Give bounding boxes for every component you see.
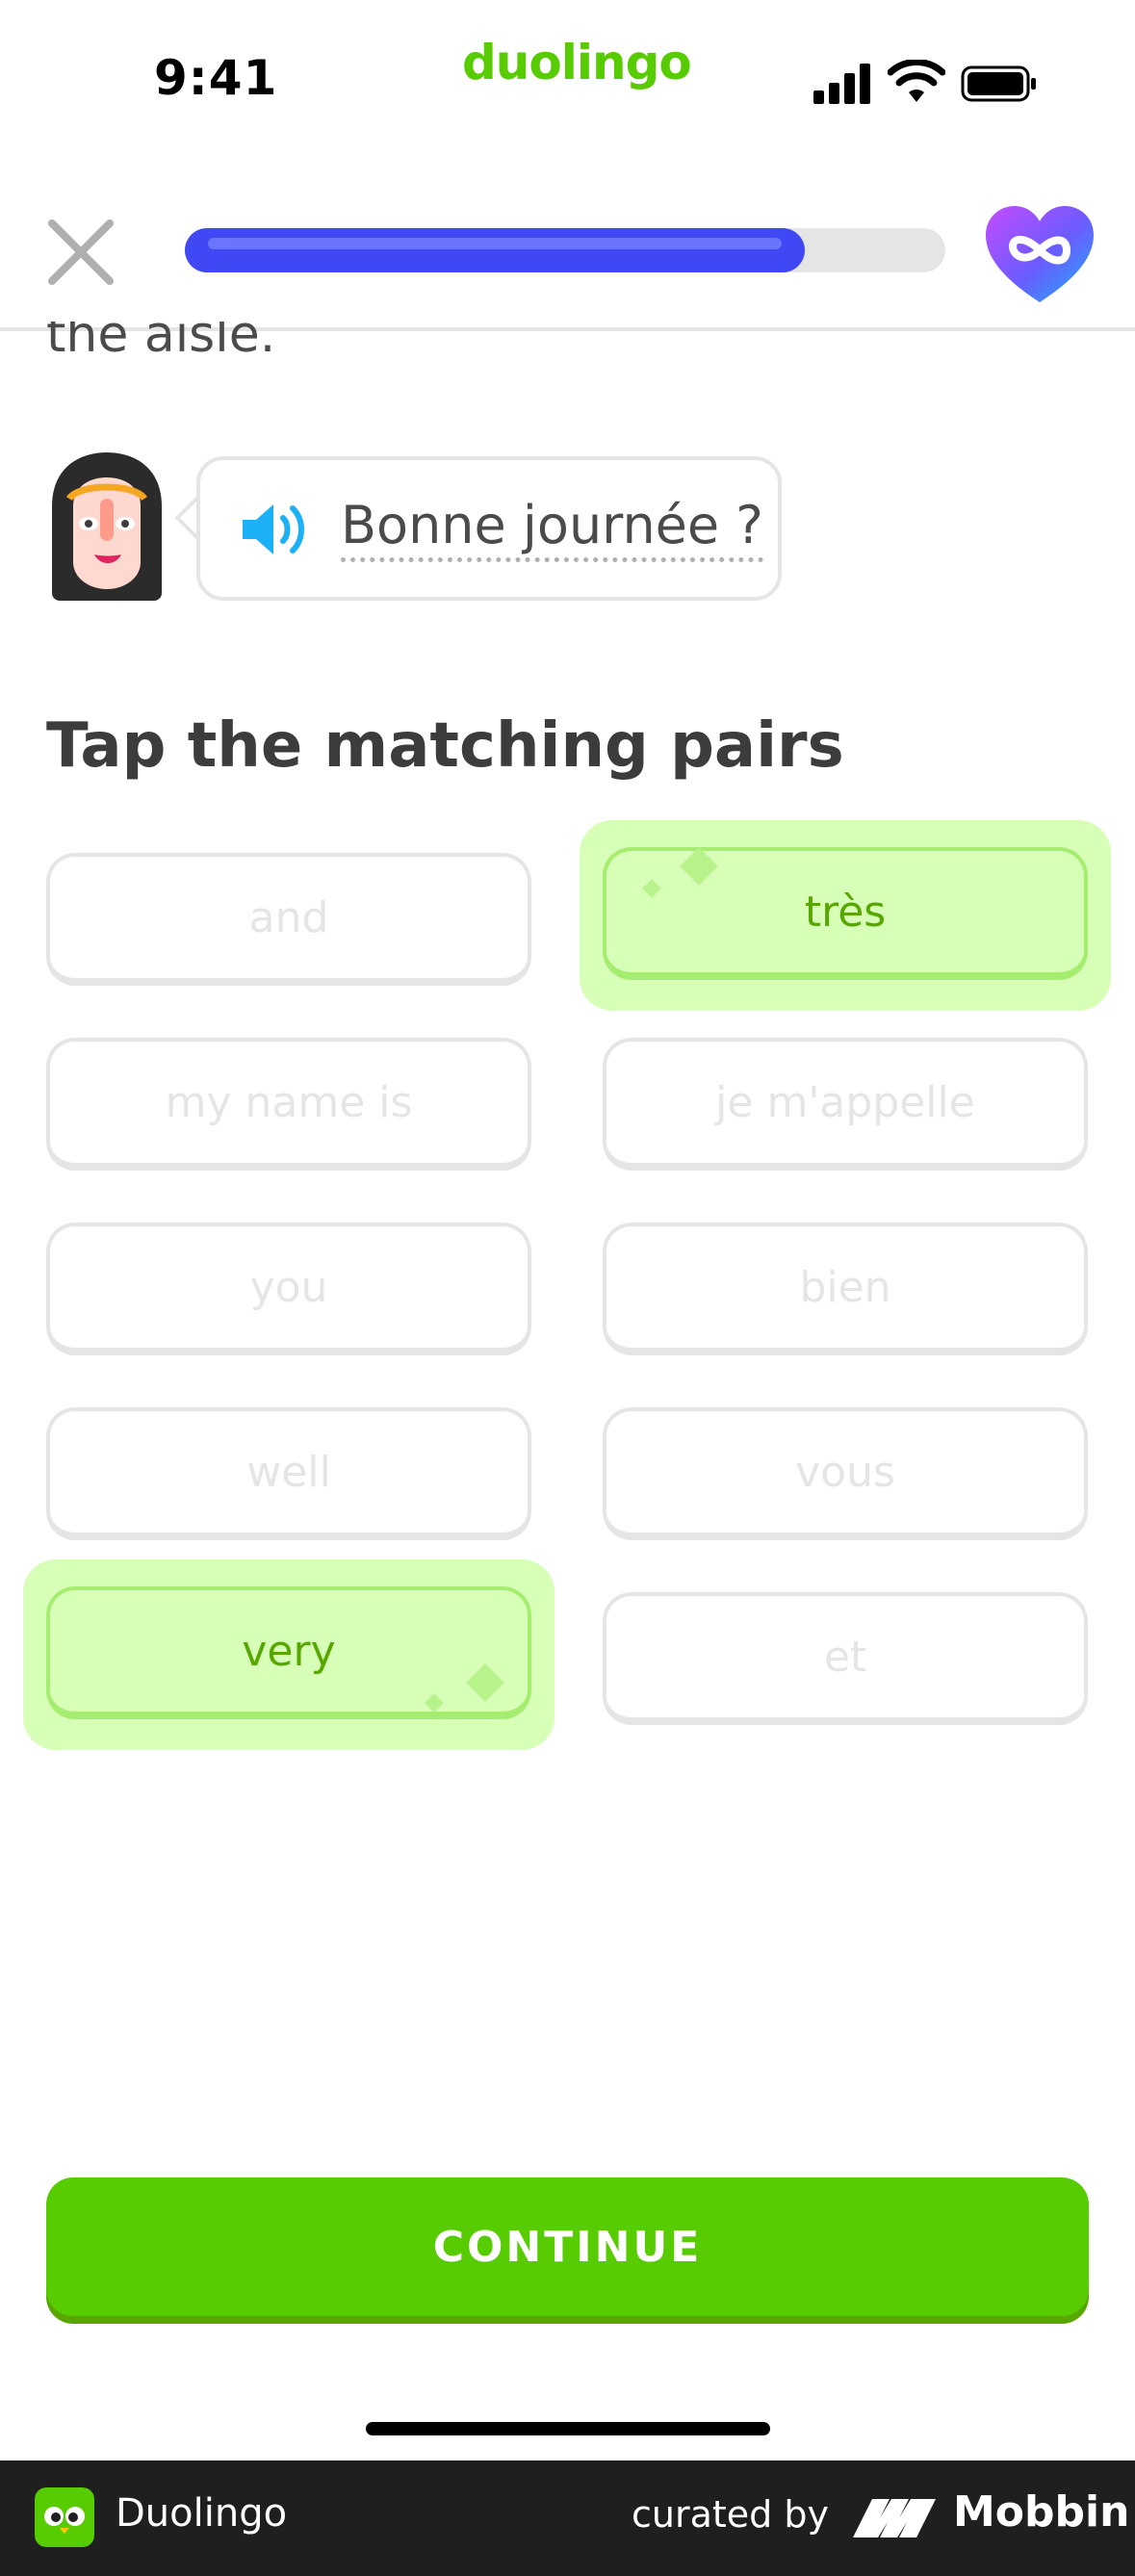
continue-button[interactable]: CONTINUE xyxy=(46,2177,1089,2316)
exercise-title: Tap the matching pairs xyxy=(46,710,844,782)
wifi-icon xyxy=(888,60,945,102)
previous-text-fragment: the aisle. xyxy=(46,306,276,364)
speech-text[interactable]: Bonne journée ? xyxy=(341,495,763,562)
infinity-heart-icon[interactable] xyxy=(982,202,1097,308)
footer-brand: Mobbin xyxy=(953,2487,1130,2537)
tile-well[interactable]: well xyxy=(46,1407,531,1540)
status-time: 9:41 xyxy=(154,50,278,106)
progress-fill xyxy=(185,228,805,272)
tile-bien[interactable]: bien xyxy=(603,1223,1088,1355)
signal-icon xyxy=(813,64,870,104)
tile-je-mappelle[interactable]: je m'appelle xyxy=(603,1038,1088,1171)
footer-curated-label: curated by xyxy=(632,2493,829,2536)
app-brand: duolingo xyxy=(462,35,692,90)
tile-you[interactable]: you xyxy=(46,1223,531,1355)
mobbin-logo-icon xyxy=(853,2499,936,2537)
battery-icon xyxy=(961,65,1036,102)
duolingo-owl-icon xyxy=(35,2487,94,2547)
speech-bubble: Bonne journée ? xyxy=(196,456,782,601)
close-icon[interactable] xyxy=(42,214,119,291)
tile-very[interactable]: very xyxy=(46,1586,531,1719)
tile-and[interactable]: and xyxy=(46,853,531,986)
tile-tres[interactable]: très xyxy=(603,847,1088,980)
progress-shine xyxy=(208,238,782,249)
lesson-progress-bar xyxy=(185,228,945,272)
footer-bar: Duolingo curated by Mobbin xyxy=(0,2460,1135,2576)
home-indicator[interactable] xyxy=(366,2422,770,2435)
tile-my-name-is[interactable]: my name is xyxy=(46,1038,531,1171)
character-avatar xyxy=(52,452,162,601)
tile-et[interactable]: et xyxy=(603,1592,1088,1725)
footer-app-name: Duolingo xyxy=(116,2491,288,2536)
speaker-icon[interactable] xyxy=(241,499,314,560)
tile-vous[interactable]: vous xyxy=(603,1407,1088,1540)
